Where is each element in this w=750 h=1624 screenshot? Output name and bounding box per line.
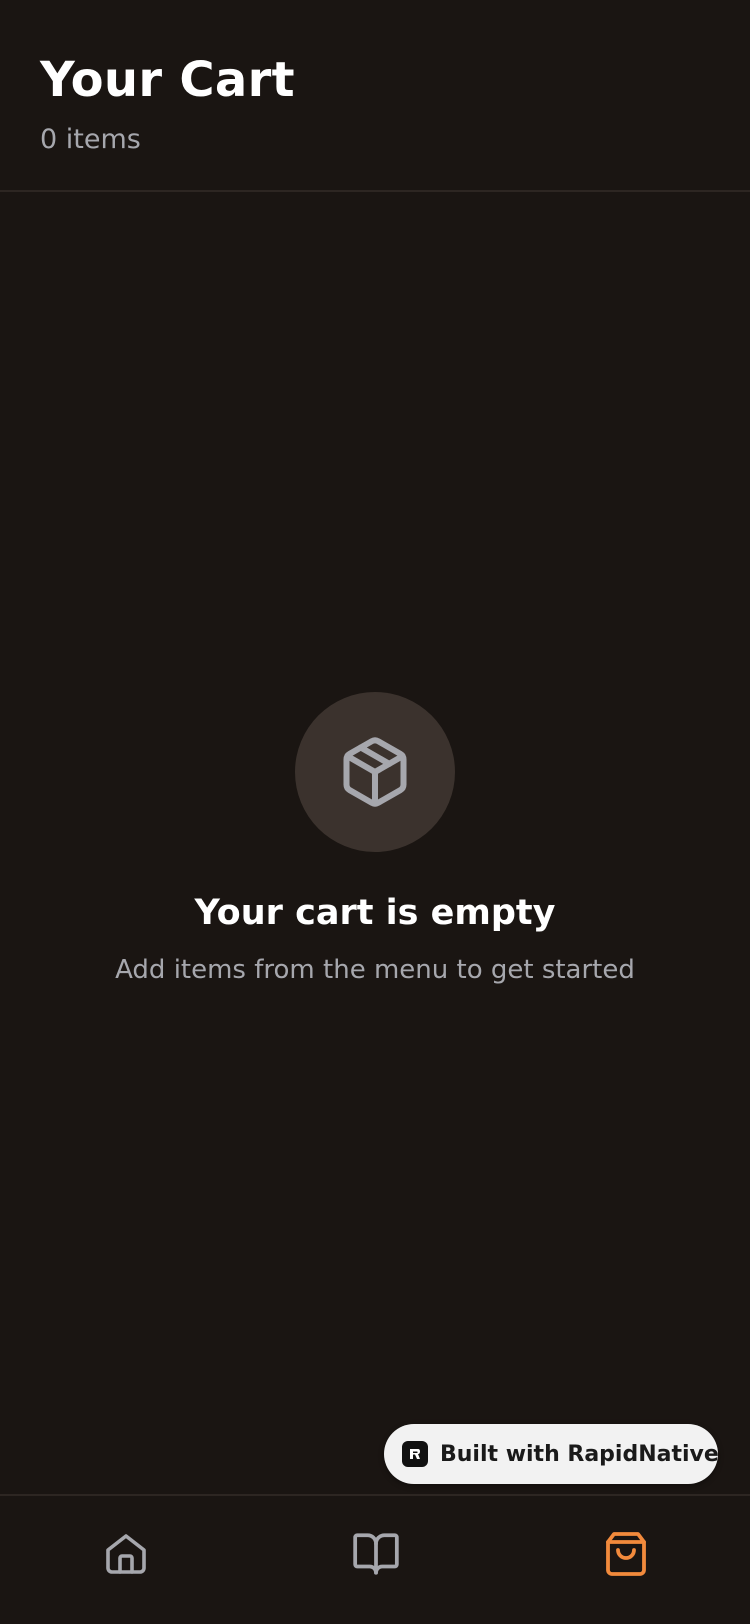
page-title: Your Cart [40,52,295,108]
bottom-tab-bar [0,1494,750,1624]
tab-menu[interactable] [346,1524,406,1584]
package-icon [343,737,407,807]
rapidnative-logo-icon [402,1441,428,1467]
empty-subtitle: Add items from the menu to get started [115,955,635,985]
home-icon [106,1534,146,1574]
header: Your Cart 0 items [0,0,750,192]
badge-label: Built with RapidNative [440,1441,719,1467]
built-with-badge[interactable]: Built with RapidNative [384,1424,719,1484]
tab-cart[interactable] [596,1524,656,1584]
tab-home[interactable] [96,1524,156,1584]
cart-screen: Your Cart 0 items Your cart is empty Add… [0,0,750,1624]
item-count: 0 items [40,124,141,155]
book-open-icon [353,1533,399,1575]
empty-icon-circle [295,692,455,852]
empty-state: Your cart is empty Add items from the me… [0,692,750,988]
shopping-bag-icon [606,1532,646,1576]
empty-title: Your cart is empty [194,893,556,933]
